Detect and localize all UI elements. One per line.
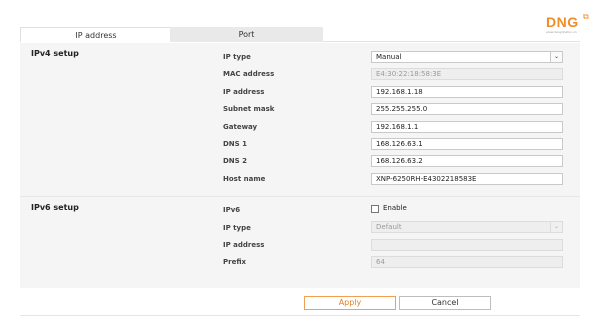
subnet-mask-field[interactable]: 255.255.255.0 — [371, 103, 563, 115]
ipv4-ip-type-label: IP type — [223, 53, 251, 61]
gateway-field[interactable]: 192.168.1.1 — [371, 121, 563, 133]
dns1-label: DNS 1 — [223, 140, 248, 148]
ipv6-label: IPv6 — [223, 206, 241, 214]
ipv6-ip-type-select: Default ⌄ — [371, 221, 563, 233]
chevron-down-icon: ⌄ — [550, 222, 562, 232]
logo-subtitle: www.dangnhatvn.vn — [546, 30, 577, 34]
ipv4-ip-address-field[interactable]: 192.168.1.18 — [371, 86, 563, 98]
host-name-field[interactable]: XNP-6250RH-E4302218583E — [371, 173, 563, 185]
subnet-mask-label: Subnet mask — [223, 105, 275, 113]
ipv4-section-title: IPv4 setup — [31, 49, 79, 58]
dns2-field[interactable]: 168.126.63.2 — [371, 155, 563, 167]
ipv6-ip-address-field — [371, 239, 563, 251]
chevron-down-icon[interactable]: ⌄ — [550, 52, 562, 62]
ipv4-ip-type-select[interactable]: Manual ⌄ — [371, 51, 563, 63]
tab-port[interactable]: Port — [170, 27, 323, 42]
wifi-icon: ⧉ — [583, 12, 589, 21]
gateway-label: Gateway — [223, 123, 258, 131]
ipv6-ip-type-value: Default — [376, 223, 402, 231]
footer-divider — [20, 315, 580, 316]
ipv6-enable-checkbox[interactable] — [371, 205, 379, 213]
brand-logo: DNG ⧉ www.dangnhatvn.vn — [546, 12, 594, 38]
ipv4-ip-type-value: Manual — [376, 53, 402, 61]
mac-address-label: MAC address — [223, 70, 275, 78]
host-name-label: Host name — [223, 175, 266, 183]
ipv6-enable-label: Enable — [383, 204, 407, 212]
dns2-label: DNS 2 — [223, 157, 248, 165]
dns1-field[interactable]: 168.126.63.1 — [371, 138, 563, 150]
mac-address-field: E4:30:22:18:58:3E — [371, 68, 563, 80]
ipv4-ip-address-label: IP address — [223, 88, 265, 96]
logo-text: DNG — [546, 14, 579, 30]
tab-ip-address[interactable]: IP address — [20, 27, 172, 42]
prefix-label: Prefix — [223, 258, 247, 266]
ipv6-section-title: IPv6 setup — [31, 203, 79, 212]
cancel-button[interactable]: Cancel — [399, 296, 491, 310]
prefix-field: 64 — [371, 256, 563, 268]
apply-button[interactable]: Apply — [304, 296, 396, 310]
ipv6-ip-type-label: IP type — [223, 224, 251, 232]
section-divider — [20, 196, 580, 197]
ipv6-ip-address-label: IP address — [223, 241, 265, 249]
